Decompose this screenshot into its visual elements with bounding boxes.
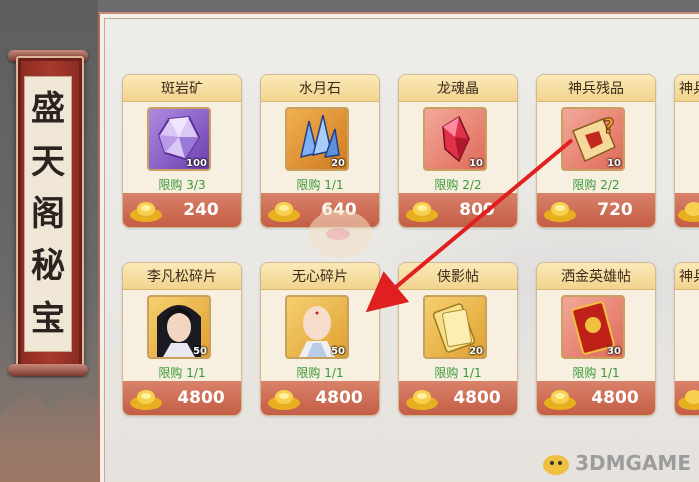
shop-title-banner: 盛 天 阁 秘 宝 [16,56,84,372]
limit-label: 限购 [158,366,183,380]
purchase-limit: 限购 1/1 [261,176,379,193]
item-name: 神兵 [675,75,699,102]
purchase-limit: 限购 2/2 [399,176,517,193]
title-char: 宝 [31,298,65,339]
watermark-mascot-icon [308,202,372,258]
gold-ingot-icon [268,390,300,410]
item-name: 水月石 [261,75,379,102]
limit-value: 1/1 [186,366,206,380]
gold-ingot-icon [268,202,300,222]
limit-value: 1/1 [324,178,344,192]
limit-label: 限购 [296,178,321,192]
title-char: 盛 [31,89,65,130]
item-quantity: 20 [331,158,345,169]
item-name: 神兵残品 [537,75,655,102]
watermark-logo-icon [543,455,570,475]
limit-label: 限购 [572,178,597,192]
item-price: 4800 [591,388,639,408]
purchase-limit: 限购 1/1 [537,364,655,381]
shop-item-card[interactable]: 斑岩矿 100 限购 3/3 240 [122,74,242,228]
gold-scroll-icon: 20 [423,295,487,359]
shop-screen: 盛 天 阁 秘 宝 斑岩矿 100 限购 3/3 240 水月石 20 限购 1… [0,0,699,482]
title-char: 秘 [31,246,65,287]
item-name: 李凡松碎片 [123,263,241,290]
purchase-limit: 限购 1/1 [261,364,379,381]
price-bar[interactable]: 720 [537,193,655,227]
portrait-li-fansong-icon: 50 [147,295,211,359]
gold-ingot-icon [406,202,438,222]
watermark: 3DMGAME [541,450,691,476]
purchase-limit: 限购 2/2 [537,176,655,193]
item-name: 洒金英雄帖 [537,263,655,290]
purchase-limit: 限购 1/1 [123,364,241,381]
item-quantity: 10 [607,158,621,169]
item-name: 斑岩矿 [123,75,241,102]
item-price: 4800 [453,388,501,408]
item-price: 240 [183,200,219,220]
title-char: 天 [31,141,65,182]
gold-ingot-icon [678,390,699,410]
item-quantity: 50 [331,346,345,357]
item-name: 神兵 [675,263,699,290]
purchase-limit: 限购 3/3 [123,176,241,193]
shop-item-card[interactable]: 李凡松碎片 50 限购 1/1 4800 [122,262,242,416]
price-bar[interactable]: 4800 [399,381,517,415]
price-bar[interactable]: 4800 [261,381,379,415]
svg-text:?: ? [603,114,615,138]
shop-item-card[interactable]: 龙魂晶 10 限购 2/2 800 [398,74,518,228]
price-bar[interactable]: 240 [123,193,241,227]
limit-label: 限购 [572,366,597,380]
red-envelope-icon: 30 [561,295,625,359]
portrait-wuxin-icon: 50 [285,295,349,359]
shop-title: 盛 天 阁 秘 宝 [24,76,72,352]
price-bar[interactable]: 4800 [537,381,655,415]
gold-ingot-icon [678,202,699,222]
item-quantity: 10 [469,158,483,169]
limit-value: 2/2 [600,178,620,192]
price-bar [675,381,699,415]
shop-item-card[interactable]: 洒金英雄帖 30 限购 1/1 4800 [536,262,656,416]
purchase-limit: 限购 1/1 [399,364,517,381]
scroll-bottom-rod [8,364,88,376]
mystery-fragment-icon: ? 10 [561,107,625,171]
gold-ingot-icon [544,202,576,222]
red-gem-icon: 10 [423,107,487,171]
item-name: 侠影帖 [399,263,517,290]
price-bar[interactable]: 4800 [123,381,241,415]
gold-ingot-icon [406,390,438,410]
item-quantity: 20 [469,346,483,357]
limit-label: 限购 [434,178,459,192]
watermark-text: 3DMGAME [575,451,691,475]
blue-crystal-icon: 20 [285,107,349,171]
gold-ingot-icon [544,390,576,410]
item-name: 龙魂晶 [399,75,517,102]
limit-label: 限购 [296,366,321,380]
limit-value: 2/2 [462,178,482,192]
gold-ingot-icon [130,202,162,222]
shop-item-card[interactable]: 神兵残品 ? 10 限购 2/2 720 [536,74,656,228]
limit-value: 3/3 [186,178,206,192]
shop-item-card[interactable]: 无心碎片 50 限购 1/1 4800 [260,262,380,416]
item-price: 720 [597,200,633,220]
shop-item-card-partial[interactable]: 神兵 [674,262,699,416]
price-bar [675,193,699,227]
shop-item-card-partial[interactable]: 神兵 [674,74,699,228]
item-quantity: 30 [607,346,621,357]
gold-ingot-icon [130,390,162,410]
item-quantity: 50 [193,346,207,357]
title-char: 阁 [31,193,65,234]
shop-item-card[interactable]: 侠影帖 20 限购 1/1 4800 [398,262,518,416]
limit-label: 限购 [434,366,459,380]
item-price: 4800 [315,388,363,408]
purple-crystal-icon: 100 [147,107,211,171]
item-price: 800 [459,200,495,220]
item-quantity: 100 [186,158,207,169]
limit-value: 1/1 [600,366,620,380]
limit-value: 1/1 [462,366,482,380]
limit-value: 1/1 [324,366,344,380]
price-bar[interactable]: 800 [399,193,517,227]
item-price: 4800 [177,388,225,408]
limit-label: 限购 [158,178,183,192]
